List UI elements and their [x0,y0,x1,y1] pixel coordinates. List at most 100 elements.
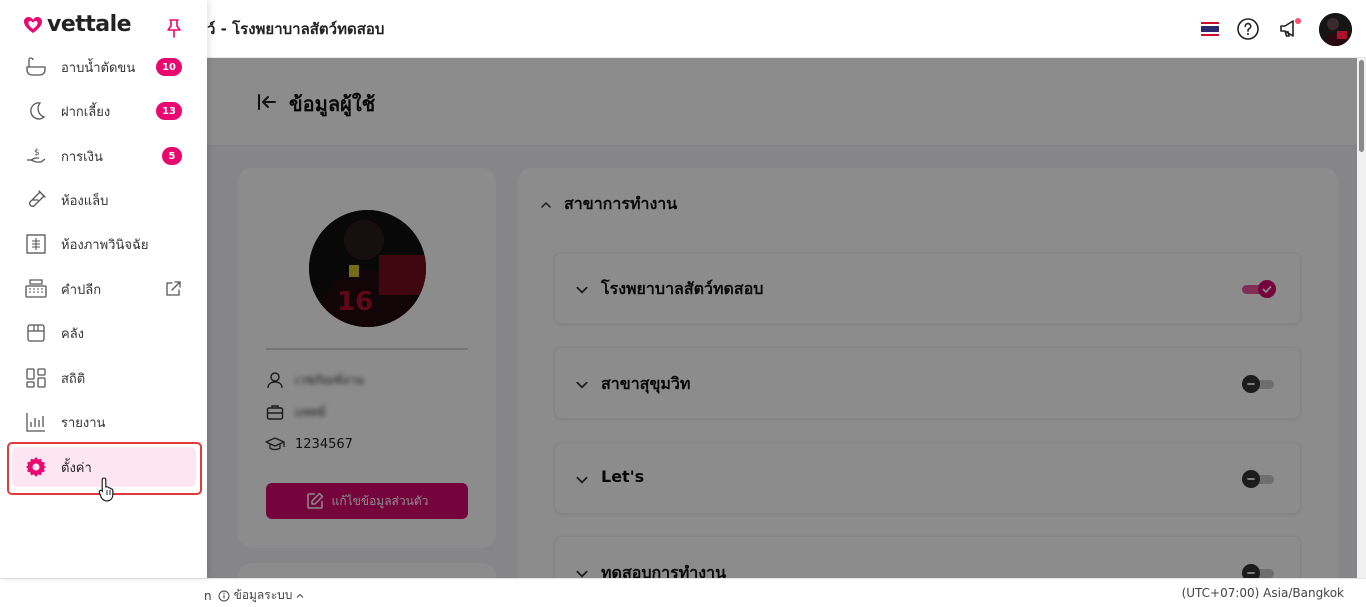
sidebar-item-label: คำปลีก [61,282,102,298]
sidebar-item-finance[interactable]: $ การเงิน 5 [12,136,196,176]
clinic-title: ว์ - โรงพยาบาลสัตว์ทดสอบ [207,20,385,38]
branch-toggle-off[interactable] [1242,375,1276,393]
pin-icon[interactable] [163,17,185,39]
sidebar-item-inventory[interactable]: คลัง [12,313,196,353]
chevron-down-icon [576,286,588,294]
edit-profile-button[interactable]: แก้ไขข้อมูลส่วนตัว [266,483,468,519]
svg-text:$: $ [34,148,40,158]
info-role-row: แพทย์ [265,401,326,423]
bathtub-icon [24,55,48,79]
help-icon[interactable] [1235,16,1261,42]
profile-photo: 16 [309,210,426,327]
chevron-down-icon [576,476,588,484]
user-icon [265,370,285,390]
chevron-up-icon [541,201,551,208]
gear-icon [24,455,48,479]
count-badge: 13 [156,102,182,120]
check-icon [1258,280,1276,298]
heart-logo-icon [24,16,42,33]
chevron-down-icon [576,381,588,389]
minus-icon [1242,564,1260,578]
edit-profile-label: แก้ไขข้อมูลส่วนตัว [331,493,429,508]
page-scrollbar[interactable] [1357,58,1366,578]
profile-card: 16 เวชภัณฑ์งาน แพทย์ 1234567 แก้ไขข้อมูล… [238,168,496,548]
user-name: เวชภัณฑ์งาน [295,372,364,387]
system-info-label: ข้อมูลระบบ [233,588,293,602]
dashboard-icon [24,366,48,390]
sidebar-item-lab[interactable]: ห้องแล็บ [12,180,196,220]
branch-item[interactable]: โรงพยาบาลสัตว์ทดสอบ [554,252,1301,324]
footer-fragment: n [204,588,212,603]
license-number: 1234567 [295,436,353,452]
branch-toggle-off[interactable] [1242,470,1276,488]
minus-icon [1242,470,1260,488]
branch-name: สาขาสุขุมวิท [601,374,691,393]
sidebar-item-label: ฝากเลี้ยง [61,104,111,120]
footer-left: n ข้อมูลระบบ [204,586,304,605]
sidebar-item-reports[interactable]: รายงาน [12,402,196,442]
system-info-button[interactable]: ข้อมูลระบบ [218,586,305,605]
top-icons [1201,12,1352,46]
sidebar-item-label: รายงาน [61,415,106,431]
moon-icon [24,99,48,123]
xray-icon [24,232,48,256]
svg-text:16: 16 [337,287,373,317]
logo-text: vettale [47,12,132,37]
sidebar-item-label: ห้องภาพวินิจฉัย [61,237,149,253]
sidebar-item-imaging[interactable]: ห้องภาพวินิจฉัย [12,224,196,264]
sidebar: vettale อาบน้ำตัดขน 10 ฝากเลี้ยง 13 $ กา… [0,0,207,578]
info-name-row: เวชภัณฑ์งาน [265,369,364,391]
briefcase-icon [265,402,285,422]
sidebar-item-label: คลัง [61,326,85,342]
count-badge: 10 [156,58,182,76]
sidebar-item-label: ตั้งค่า [61,460,92,476]
info-icon [218,590,230,601]
sidebar-item-label: อาบน้ำตัดขน [61,60,136,76]
bar-chart-icon [24,410,48,434]
page-title: ข้อมูลผู้ใช้ [289,92,376,116]
user-role: แพทย์ [295,404,326,419]
caret-up-icon [297,593,304,598]
sidebar-item-grooming[interactable]: อาบน้ำตัดขน 10 [12,47,196,87]
footer: n ข้อมูลระบบ (UTC+07:00) Asia/Bangkok [0,578,1366,607]
branches-card: สาขาการทำงาน โรงพยาบาลสัตว์ทดสอบ สาขาสุข… [518,168,1338,578]
box-icon [24,321,48,345]
branches-header[interactable]: สาขาการทำงาน [540,192,677,217]
branch-name: โรงพยาบาลสัตว์ทดสอบ [601,279,764,298]
branch-toggle-off[interactable] [1242,564,1276,578]
finance-hand-icon: $ [24,144,48,168]
user-avatar[interactable] [1319,12,1352,46]
branches-heading: สาขาการทำงาน [564,194,678,213]
chevron-down-icon [576,570,588,578]
branch-name: Let's [601,467,645,486]
count-badge: 5 [162,147,182,165]
external-link-icon [164,280,182,298]
edit-icon [306,492,323,509]
logo[interactable]: vettale [22,12,132,37]
sidebar-item-label: สถิติ [61,371,86,387]
sidebar-item-statistics[interactable]: สถิติ [12,358,196,398]
branch-toggle-on[interactable] [1242,280,1276,298]
graduation-cap-icon [265,434,285,454]
sidebar-item-label: ห้องแล็บ [61,193,109,209]
branch-item[interactable]: สาขาสุขุมวิท [554,347,1301,419]
info-license-row: 1234567 [265,433,353,455]
main-content: ข้อมูลผู้ใช้ 16 เวชภัณฑ์งาน แพทย์ 123456… [207,58,1366,578]
announcement-icon[interactable] [1277,16,1303,42]
test-tube-icon [24,188,48,212]
secondary-card [238,563,496,578]
scrollbar-thumb[interactable] [1359,60,1364,152]
back-arrow-icon[interactable] [255,90,279,114]
profile-divider [266,348,468,350]
sidebar-item-boarding[interactable]: ฝากเลี้ยง 13 [12,91,196,131]
branch-item[interactable]: ทดสอบการทำงาน [554,536,1301,578]
branch-name: ทดสอบการทำงาน [601,563,726,578]
sidebar-item-retail[interactable]: คำปลีก [12,269,196,309]
timezone-label: (UTC+07:00) Asia/Bangkok [1181,586,1344,600]
thai-flag-icon[interactable] [1201,22,1219,36]
cash-register-icon [24,277,48,301]
page-header: ข้อมูลผู้ใช้ [207,58,1366,146]
branch-item[interactable]: Let's [554,442,1301,514]
sidebar-item-label: การเงิน [61,149,103,165]
mouse-pointer-icon [98,476,118,502]
